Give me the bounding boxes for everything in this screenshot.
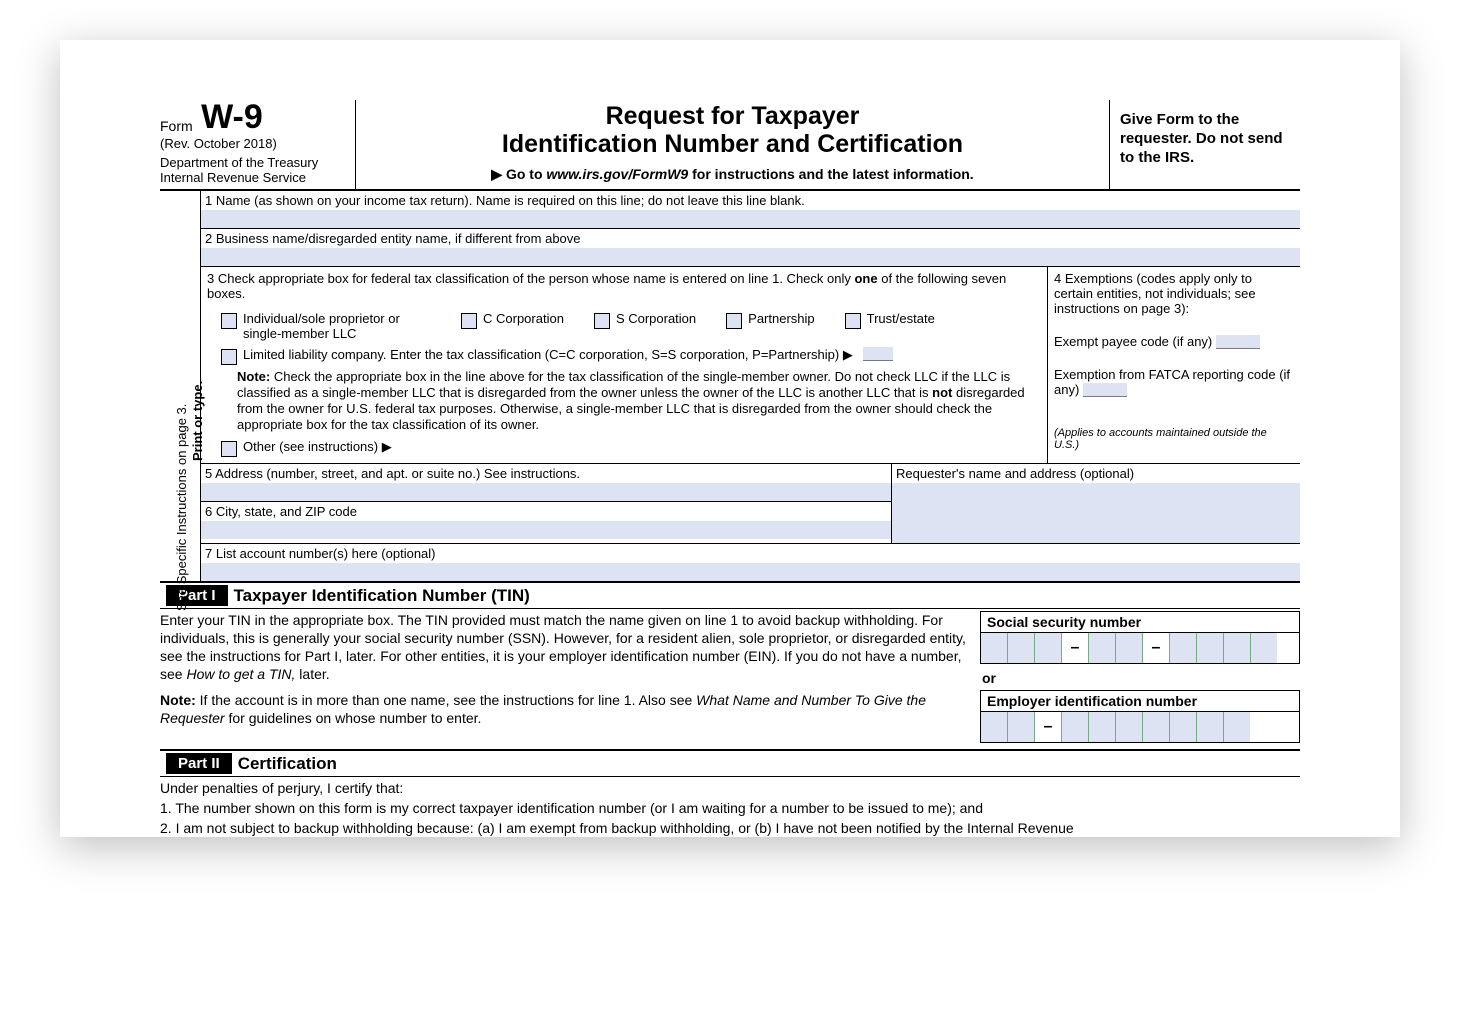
checkbox-partnership[interactable]: Partnership [726,311,814,341]
llc-classification-input[interactable] [863,347,893,361]
line-2: 2 Business name/disregarded entity name,… [201,229,1300,267]
side-label: See Specific Instructions on page 3. Pri… [160,191,201,581]
line-2-label: 2 Business name/disregarded entity name,… [201,229,1300,248]
note3-bold: Note: [237,369,270,384]
checkbox-llc[interactable]: Limited liability company. Enter the tax… [221,347,1041,365]
exempt-payee-input[interactable] [1216,335,1260,349]
tin-note-a: If the account is in more than one name,… [196,692,696,708]
line-4-intro: 4 Exemptions (codes apply only to certai… [1054,271,1294,316]
form-w9: Form W-9 (Rev. October 2018) Department … [160,100,1300,837]
line-6-input[interactable] [201,521,891,539]
goto-prefix: ▶ Go to [491,166,546,182]
header-right-note: Give Form to the requester. Do not send … [1109,100,1300,189]
section-3-4: 3 Check appropriate box for federal tax … [201,267,1300,464]
fatca-input[interactable] [1083,383,1127,397]
part-2-title: Certification [238,754,337,774]
certification-item-1: 1. The number shown on this form is my c… [160,799,1300,817]
checkbox-icon [221,313,237,329]
form-department: Department of the Treasury Internal Reve… [160,155,350,185]
line-7: 7 List account number(s) here (optional) [201,544,1300,581]
checkbox-s-corp[interactable]: S Corporation [594,311,696,341]
checkbox-icon [726,313,742,329]
line-3-note: Note: Check the appropriate box in the l… [237,369,1041,433]
tin-or: or [982,670,1300,686]
line-5-input[interactable] [201,483,891,501]
form-word: Form [160,118,193,134]
line-3-intro: 3 Check appropriate box for federal tax … [207,271,1041,301]
form-goto: ▶ Go to www.irs.gov/FormW9 for instructi… [366,166,1099,183]
line-5-label: 5 Address (number, street, and apt. or s… [201,464,891,483]
requester-label: Requester's name and address (optional) [892,464,1300,483]
ein-label: Employer identification number [980,690,1300,711]
checkbox-icon [845,313,861,329]
exempt-payee-label: Exempt payee code (if any) [1054,334,1212,349]
form-title-line1: Request for Taxpayer [366,102,1099,130]
line-7-input[interactable] [201,563,1300,581]
checkbox-label: C Corporation [483,311,564,326]
part-2-header: Part II Certification [160,749,1300,777]
form-title-line2: Identification Number and Certification [366,130,1099,158]
part-1-header: Part I Taxpayer Identification Number (T… [160,581,1300,609]
part-2-tag: Part II [166,753,232,774]
l3b: one [854,271,877,286]
line-5: 5 Address (number, street, and apt. or s… [201,464,891,502]
l3a: 3 Check appropriate box for federal tax … [207,271,854,286]
checkbox-label: Individual/sole proprietor or single-mem… [243,311,431,341]
section-5-6: 5 Address (number, street, and apt. or s… [201,464,1300,544]
section-4: 4 Exemptions (codes apply only to certai… [1048,267,1300,463]
checkbox-c-corp[interactable]: C Corporation [461,311,564,341]
requester-block: Requester's name and address (optional) [892,464,1300,543]
certification-intro: Under penalties of perjury, I certify th… [160,779,1300,797]
requester-input[interactable] [892,483,1300,543]
section-3: 3 Check appropriate box for federal tax … [201,267,1048,463]
checkbox-other[interactable]: Other (see instructions) ▶ [221,439,1041,457]
checkbox-label: Partnership [748,311,814,326]
line-6: 6 City, state, and ZIP code [201,502,891,539]
side-specific-instructions: See Specific Instructions on page 3. [174,191,189,611]
line-7-label: 7 List account number(s) here (optional) [201,544,1300,563]
ein-input[interactable]: – [980,711,1300,743]
tin-paragraph: Enter your TIN in the appropriate box. T… [160,611,968,683]
goto-suffix: for instructions and the latest informat… [688,166,973,182]
ssn-label: Social security number [980,611,1300,632]
checkbox-individual[interactable]: Individual/sole proprietor or single-mem… [221,311,431,341]
note3-not: not [932,385,952,400]
checkbox-icon [221,349,237,365]
checkbox-label: Limited liability company. Enter the tax… [243,347,853,363]
tin-note: Note: If the account is in more than one… [160,691,968,727]
checkbox-label: Trust/estate [867,311,935,326]
header-center: Request for Taxpayer Identification Numb… [356,100,1109,189]
ssn-input[interactable]: – – [980,632,1300,664]
header-left: Form W-9 (Rev. October 2018) Department … [160,100,356,189]
note3-a: Check the appropriate box in the line ab… [237,369,1010,400]
goto-url: www.irs.gov/FormW9 [546,166,688,182]
tin-note-bold: Note: [160,692,196,708]
checkbox-icon [221,441,237,457]
tin-text-em1: How to get a TIN, [186,666,295,682]
part-1-body: Enter your TIN in the appropriate box. T… [160,609,1300,743]
line-6-label: 6 City, state, and ZIP code [201,502,891,521]
checkbox-label: S Corporation [616,311,696,326]
fatca-note: (Applies to accounts maintained outside … [1054,427,1294,451]
line-1-input[interactable] [201,210,1300,228]
side-print-or-type: Print or type. [190,191,205,461]
line-1: 1 Name (as shown on your income tax retu… [201,191,1300,229]
checkbox-label: Other (see instructions) ▶ [243,439,392,455]
tin-text-b: later. [295,666,329,682]
checkbox-icon [461,313,477,329]
form-number: W-9 [201,100,263,134]
certification-item-2: 2. I am not subject to backup withholdin… [160,819,1300,837]
part-1-title: Taxpayer Identification Number (TIN) [234,586,530,606]
form-header: Form W-9 (Rev. October 2018) Department … [160,100,1300,191]
checkbox-icon [594,313,610,329]
checkbox-trust-estate[interactable]: Trust/estate [845,311,935,341]
line-1-label: 1 Name (as shown on your income tax retu… [201,191,1300,210]
tin-note-b: for guidelines on whose number to enter. [225,710,482,726]
form-revision: (Rev. October 2018) [160,136,350,151]
line-2-input[interactable] [201,248,1300,266]
